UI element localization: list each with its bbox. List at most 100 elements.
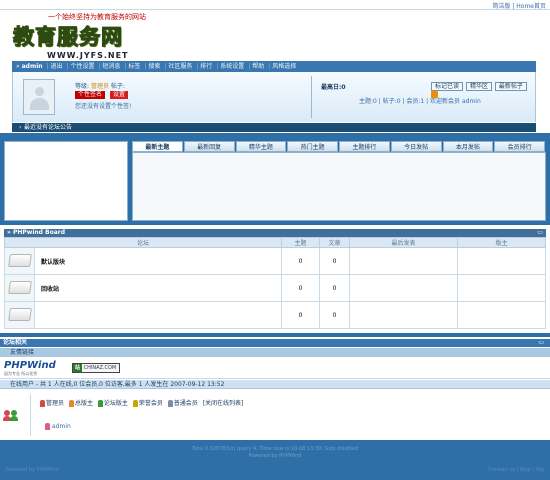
nav-search[interactable]: 搜索 <box>148 63 160 70</box>
online-user-name[interactable]: admin <box>52 423 71 430</box>
chinaz-logo[interactable]: 站 CHINAZ.COM <box>72 363 120 373</box>
board-header: » PHPwind Board ▭ <box>4 229 546 237</box>
nav-style[interactable]: 风格选择 <box>272 63 296 70</box>
tab-latest-topics[interactable]: 最新主题 <box>132 141 183 152</box>
table-row[interactable]: 0 0 <box>4 301 546 329</box>
footer-powered: Powered by PHPWind <box>248 453 302 459</box>
nav-profile[interactable]: 个性设置 <box>70 63 94 70</box>
new-member-link[interactable]: admin <box>462 98 481 105</box>
topic-tabs: 最新主题 最新回复 精华主题 热门主题 主题排行 今日发帖 本月发帖 会员排行 <box>132 141 546 152</box>
tab-month-posts[interactable]: 本月发帖 <box>442 141 494 152</box>
new-posts-button[interactable]: 最新帖子 <box>494 82 527 91</box>
tab-topic-ranking[interactable]: 主题排行 <box>339 141 390 152</box>
forum-posts: 0 <box>319 274 350 302</box>
site-logo[interactable]: 教育服务网 <box>13 21 123 50</box>
site-url: WWW.JYFS.NET <box>47 51 129 60</box>
panel-divider <box>311 76 312 118</box>
phpwind-logo[interactable]: PHPWind 因为专业 所以优秀 <box>4 360 68 376</box>
digest-button[interactable]: 精华区 <box>465 82 492 91</box>
tab-content <box>132 152 546 221</box>
mark-read-button[interactable]: 标记已读 <box>431 82 464 91</box>
online-legend: 管理员 总版主 论坛版主 荣誉会员 普通会员 [关闭在线列表] <box>40 398 243 407</box>
users-group-icon <box>3 410 19 421</box>
admin-user-icon <box>40 400 45 407</box>
footer: Total 0.028783(s) query 4, Time now is:1… <box>0 440 550 480</box>
online-users-text: 在线用户 - 共 1 人在线,0 位会员,0 位访客,最多 1 人发生在 200… <box>10 381 225 388</box>
related-header: 论坛相关 ▭ <box>0 339 550 347</box>
nav-arrow-icon: » <box>16 63 20 70</box>
forum-topics: 0 <box>281 274 320 302</box>
signature-text: 您还没有设置个性签! <box>75 103 132 110</box>
level-value: 管理员 <box>90 83 109 90</box>
close-online-list-link[interactable]: [关闭在线列表] <box>203 400 244 407</box>
nav-username[interactable]: admin <box>22 63 43 70</box>
legend-honor: 荣誉会员 <box>138 400 163 407</box>
collapse-icon[interactable]: ▭ <box>537 229 543 237</box>
collapse-icon[interactable]: ▭ <box>538 339 544 347</box>
forum-last-post <box>349 301 458 329</box>
footer-bottom-left[interactable]: Powered by PHPWind <box>6 467 59 473</box>
col-topics: 主题 <box>281 237 320 248</box>
forum-posts: 0 <box>319 301 350 329</box>
nav-messages[interactable]: 短消息 <box>102 63 120 70</box>
table-header-row: 论坛 主题 文章 最后发表 版主 <box>4 237 546 248</box>
avatar-body-icon <box>30 98 49 110</box>
folder-icon <box>7 280 32 294</box>
arrow-icon: › <box>19 124 22 131</box>
home-link[interactable]: Home首页 <box>516 3 546 10</box>
forum-stats: 主题:0 | 帖子:0 | 会员:1 | 欢迎新会员 admin <box>359 96 481 105</box>
tab-member-ranking[interactable]: 会员排行 <box>494 141 545 152</box>
normal-user-icon <box>167 400 173 407</box>
nav-community[interactable]: 社区服务 <box>168 63 192 70</box>
tab-hot-topics[interactable]: 热门主题 <box>287 141 338 152</box>
table-row[interactable]: 回收站 0 0 <box>4 274 546 302</box>
forum-topics: 0 <box>281 247 320 275</box>
forum-name[interactable]: 默认版块 <box>34 247 282 275</box>
forum-name[interactable]: 回收站 <box>34 274 282 302</box>
tab-today-posts[interactable]: 今日发帖 <box>390 141 442 152</box>
latest-stat: 最高日:0 <box>321 84 346 91</box>
honor-user-icon <box>132 400 138 407</box>
nav-help[interactable]: 帮助 <box>252 63 264 70</box>
friend-links-row: PHPWind 因为专业 所以优秀 站 CHINAZ.COM <box>0 357 550 379</box>
divider-bar <box>0 333 550 337</box>
nav-tags[interactable]: 标签 <box>128 63 140 70</box>
forum-icon-cell <box>4 301 35 329</box>
legend-mod: 论坛版主 <box>103 400 128 407</box>
tab-latest-replies[interactable]: 最新回复 <box>183 141 235 152</box>
board-arrow-icon: » <box>7 229 11 236</box>
friend-links-title: 友情链接 <box>10 349 35 356</box>
stats-text: 主题:0 | 帖子:0 | 会员:1 | 欢迎新会员 <box>359 98 461 105</box>
table-row[interactable]: 默认版块 0 0 <box>4 247 546 275</box>
online-users-header: 在线用户 - 共 1 人在线,0 位会员,0 位访客,最多 1 人发生在 200… <box>0 380 550 389</box>
forum-last-post <box>349 247 458 275</box>
chinaz-mark: 站 <box>73 364 83 372</box>
nav-settings[interactable]: 系统设置 <box>220 63 244 70</box>
side-panel <box>4 141 128 221</box>
settings-button[interactable]: 设置 <box>110 91 129 99</box>
footer-query-info: Total 0.028783(s) query 4, Time now is:1… <box>191 446 359 452</box>
legend-super-mod: 总版主 <box>74 400 93 407</box>
top-bar: 简洁版 | Home首页 <box>0 0 550 10</box>
top-links: 简洁版 | Home首页 <box>492 1 546 10</box>
col-posts: 文章 <box>319 237 350 248</box>
simple-version-link[interactable]: 简洁版 <box>492 3 510 10</box>
signature-button[interactable]: 个性签名 <box>75 91 106 99</box>
footer-bottom-right[interactable]: Contact us | Wap | Top <box>488 467 544 473</box>
forum-topics: 0 <box>281 301 320 329</box>
forum-name[interactable] <box>34 301 282 329</box>
phpwind-logo-sub: 因为专业 所以优秀 <box>4 371 38 376</box>
nav-logout[interactable]: 退出 <box>50 63 62 70</box>
announcement-text[interactable]: 最近没有论坛公告 <box>24 124 72 131</box>
mod-user-icon <box>97 400 103 407</box>
nav-ranking[interactable]: 排行 <box>200 63 212 70</box>
user-level: 等级: 管理员 帖子: <box>75 81 125 90</box>
avatar[interactable] <box>23 79 55 115</box>
forum-moderator <box>457 301 546 329</box>
related-title: 论坛相关 <box>3 339 28 346</box>
tab-digest-topics[interactable]: 精华主题 <box>235 141 287 152</box>
legend-admin: 管理员 <box>46 400 65 407</box>
legend-normal: 普通会员 <box>173 400 198 407</box>
online-user[interactable]: admin <box>45 423 71 430</box>
main-nav: » admin | 退出 | 个性设置 | 短消息 | 标签 | 搜索 | 社区服务 | 排行… <box>12 61 536 72</box>
